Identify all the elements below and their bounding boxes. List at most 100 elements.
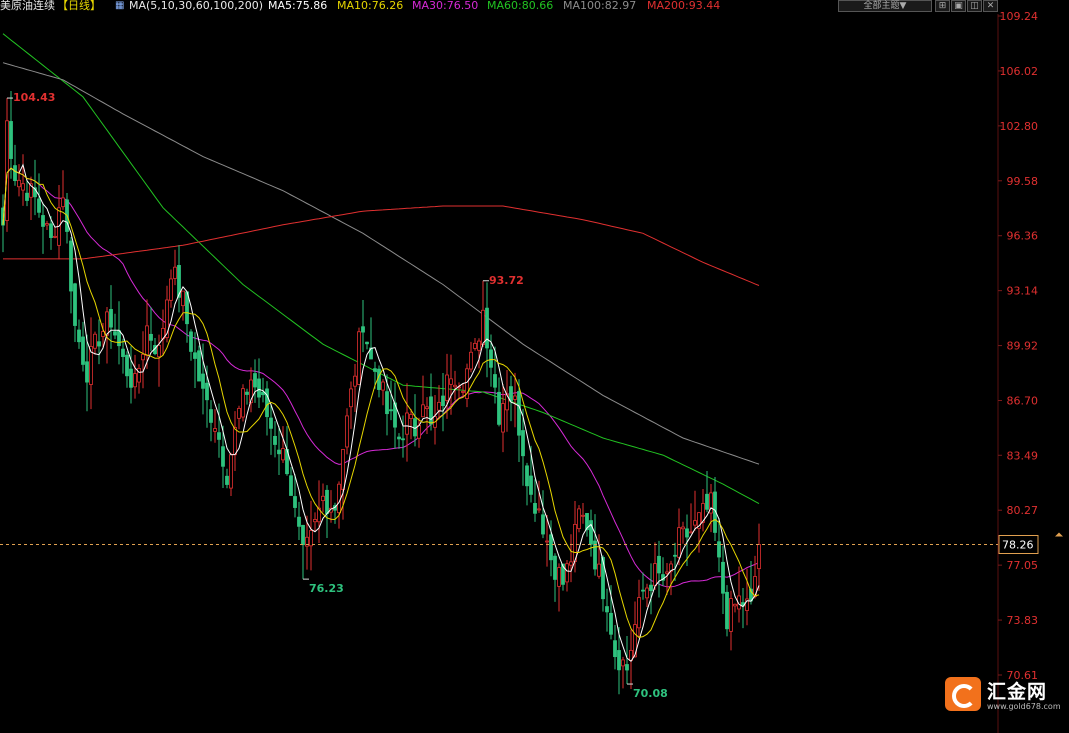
site-logo: 汇金网 www.gold678.com	[945, 677, 1061, 715]
candle-up	[181, 290, 185, 307]
candle-up	[513, 395, 517, 400]
candle-up	[45, 223, 49, 226]
candle-down	[121, 348, 125, 357]
candle-down	[593, 540, 597, 570]
candle-up	[681, 526, 685, 530]
price-marker-icon	[1055, 532, 1063, 537]
candle-up	[321, 495, 325, 502]
candle-down	[533, 503, 537, 514]
candle-down	[225, 475, 229, 485]
candle-down	[625, 664, 629, 671]
last-price-label: 78.26	[1002, 538, 1034, 551]
candle-down	[401, 438, 405, 441]
chart-header: 美原油连续 【日线】 ▦ MA(5,10,30,60,100,200) MA5:…	[0, 0, 1069, 14]
theme-dropdown[interactable]: 全部主题▼	[838, 0, 932, 12]
candle-up	[545, 540, 549, 543]
candle-down	[293, 496, 297, 508]
candle-down	[605, 606, 609, 613]
candle-up	[345, 415, 349, 448]
candle-down	[69, 240, 73, 292]
candle-down	[97, 341, 101, 347]
y-tick-label: 83.49	[1007, 449, 1039, 462]
candle-up	[281, 448, 285, 461]
candle-up	[17, 179, 21, 188]
candle-up	[757, 544, 761, 570]
candle-down	[725, 591, 729, 630]
candle-up	[537, 508, 541, 511]
close-icon[interactable]: ✕	[983, 0, 998, 12]
candle-down	[641, 589, 645, 592]
y-tick-label: 106.02	[1000, 65, 1039, 78]
candle-down	[221, 446, 225, 467]
candle-down	[673, 554, 677, 557]
candle-down	[193, 352, 197, 359]
y-tick-label: 96.36	[1007, 230, 1039, 243]
candle-down	[657, 555, 661, 574]
candle-down	[397, 436, 401, 440]
candle-up	[145, 325, 149, 356]
candle-up	[425, 406, 429, 410]
candle-down	[617, 650, 621, 671]
logo-name: 汇金网	[987, 681, 1048, 703]
low-annotation: 70.08	[633, 687, 668, 700]
candle-down	[209, 409, 213, 423]
candle-down	[117, 330, 121, 347]
low-annotation: 76.23	[309, 582, 344, 595]
candle-up	[653, 563, 657, 587]
y-tick-label: 77.05	[1007, 559, 1039, 572]
candle-down	[289, 475, 293, 496]
candle-up	[453, 384, 457, 388]
candle-down	[189, 331, 193, 352]
candle-down	[125, 354, 129, 377]
candle-up	[577, 508, 581, 530]
period-label[interactable]: 【日线】	[57, 0, 101, 12]
window-icon[interactable]: ▣	[951, 0, 966, 12]
ma-value: MA60:80.66	[487, 0, 554, 12]
high-annotation: 104.43	[13, 91, 55, 104]
candle-up	[53, 235, 57, 238]
candle-down	[325, 489, 329, 514]
candle-down	[49, 223, 53, 238]
candle-down	[525, 465, 529, 487]
candle-up	[477, 340, 481, 351]
candle-down	[541, 514, 545, 535]
candle-down	[509, 386, 513, 402]
candle-up	[729, 598, 733, 632]
candle-down	[493, 374, 497, 388]
candle-up	[105, 311, 109, 336]
candle-up	[461, 391, 465, 393]
candle-up	[445, 374, 449, 401]
candle-up	[313, 519, 317, 523]
ma-value: MA5:75.86	[268, 0, 328, 12]
ma60-line	[2, 33, 760, 505]
candle-down	[217, 432, 221, 440]
ma-value: MA10:76.26	[337, 0, 404, 12]
candle-down	[721, 561, 725, 594]
indicator-icon[interactable]: ▦	[115, 0, 124, 12]
ma-value: MA30:76.50	[412, 0, 479, 12]
chart-icon[interactable]: ◫	[967, 0, 982, 12]
candle-down	[81, 336, 85, 365]
y-tick-label: 73.83	[1007, 614, 1039, 627]
candle-down	[253, 373, 257, 388]
candlestick-chart[interactable]: 104.4393.7276.2370.08 109.24106.02102.80…	[0, 0, 1069, 733]
candle-up	[157, 344, 161, 358]
candle-down	[205, 382, 209, 401]
y-tick-label: 99.58	[1007, 175, 1039, 188]
candle-down	[269, 417, 273, 429]
candle-down	[389, 409, 393, 412]
candle-up	[469, 351, 473, 370]
candle-down	[517, 391, 521, 436]
candle-up	[133, 373, 137, 388]
candle-down	[277, 449, 281, 455]
moving-average-lines-long	[2, 33, 760, 588]
candle-up	[213, 428, 217, 432]
ma30-line	[2, 167, 760, 588]
candle-down	[361, 326, 365, 333]
candle-up	[337, 483, 341, 514]
expand-icon[interactable]: ⊞	[935, 0, 950, 12]
candle-up	[381, 381, 385, 391]
candle-up	[5, 120, 9, 221]
candle-up	[405, 412, 409, 435]
candle-up	[229, 454, 233, 489]
